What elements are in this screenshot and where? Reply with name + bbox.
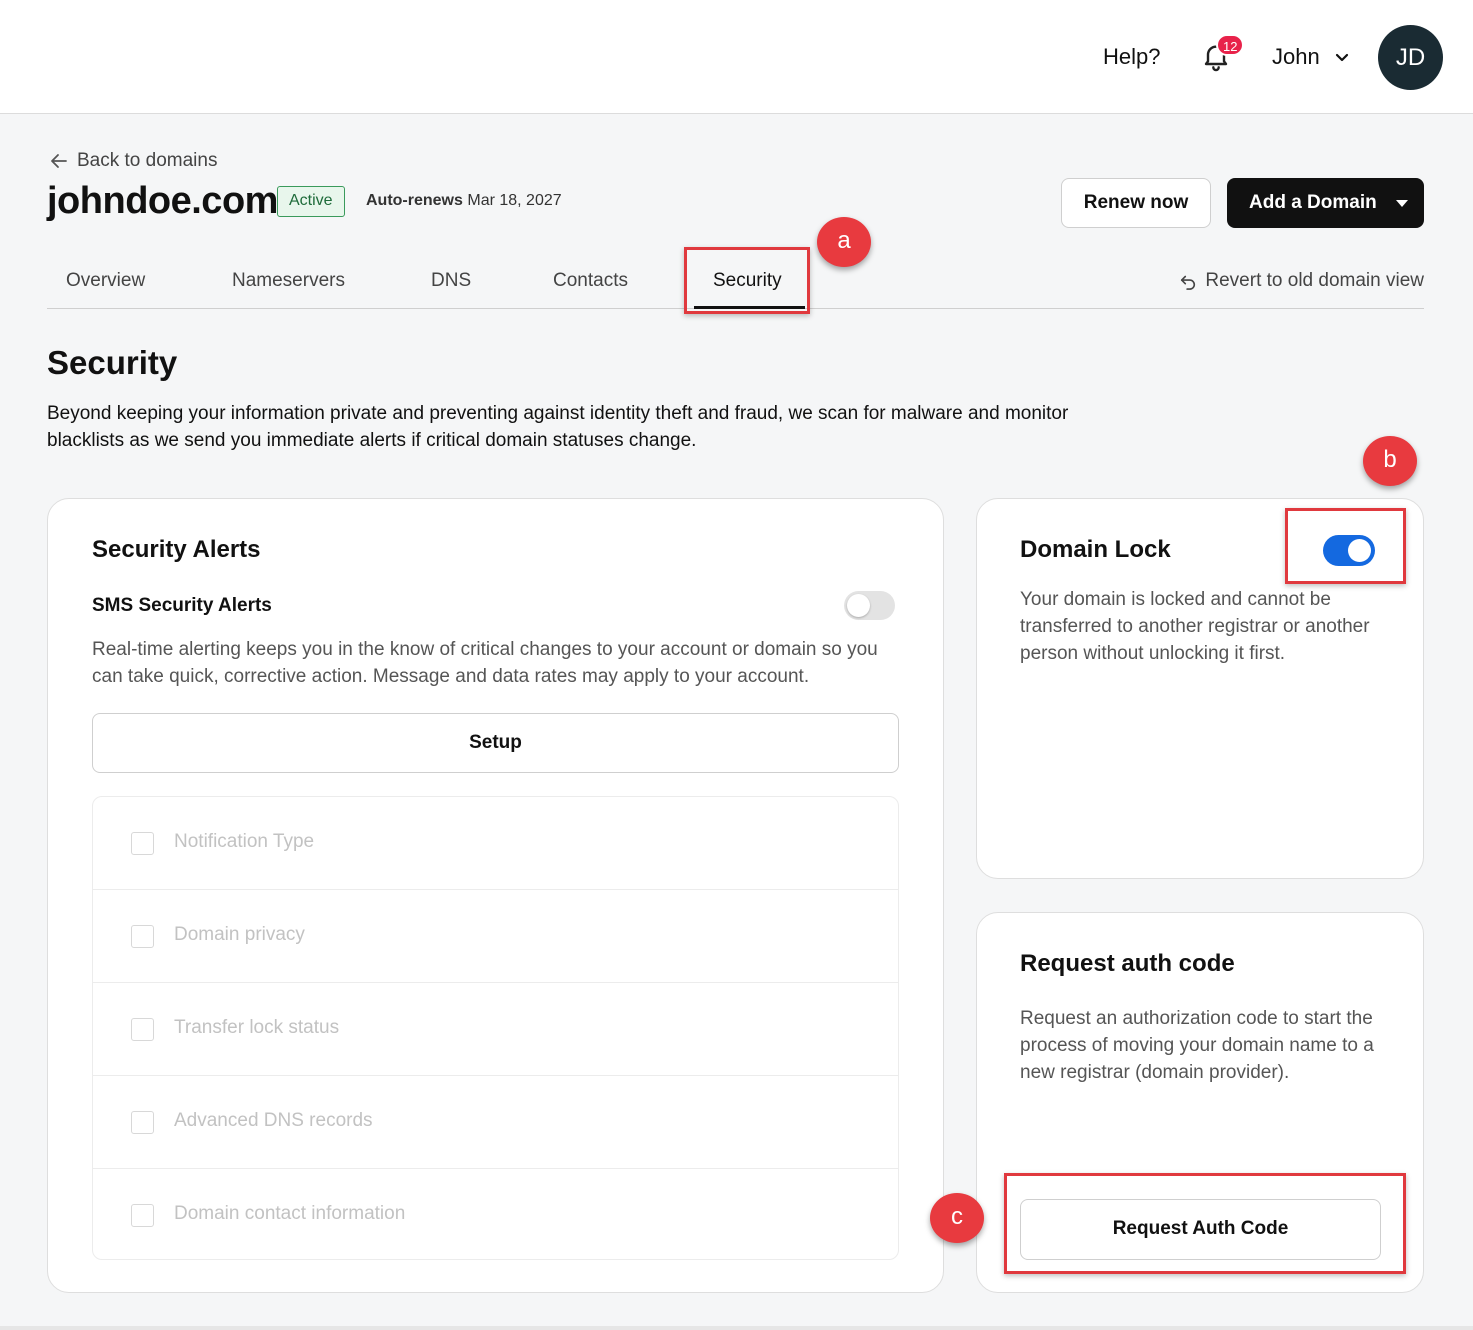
- notification-type-label: Notification Type: [174, 831, 315, 852]
- chevron-down-icon: [1335, 53, 1348, 62]
- autorenew-label: Auto-renews: [366, 192, 463, 209]
- arrow-left-icon: [51, 154, 67, 168]
- notifications-button[interactable]: 12: [1200, 34, 1245, 74]
- advanced-dns-checkbox[interactable]: [131, 1111, 154, 1134]
- page-title: Security: [47, 344, 178, 381]
- notification-types-list: Notification Type Domain privacy Transfe…: [92, 796, 899, 1260]
- tab-overview[interactable]: Overview: [66, 270, 145, 292]
- domain-lock-title: Domain Lock: [1020, 536, 1171, 563]
- autorenew-info: Auto-renews Mar 18, 2027: [366, 192, 562, 210]
- highlight-box-auth-code: [1004, 1173, 1406, 1274]
- domain-name-title: johndoe.com: [47, 180, 278, 222]
- annotation-marker-c: c: [930, 1193, 984, 1243]
- notification-type-checkbox[interactable]: [131, 832, 154, 855]
- transfer-lock-checkbox[interactable]: [131, 1018, 154, 1041]
- auth-code-title: Request auth code: [1020, 950, 1235, 977]
- security-alerts-title: Security Alerts: [92, 536, 261, 563]
- domain-privacy-label: Domain privacy: [174, 924, 305, 945]
- tab-contacts[interactable]: Contacts: [553, 270, 628, 292]
- autorenew-date: Mar 18, 2027: [467, 192, 562, 209]
- top-bar: Help? 12 John JD: [0, 0, 1473, 114]
- revert-old-view-link[interactable]: Revert to old domain view: [1179, 270, 1424, 292]
- revert-label: Revert to old domain view: [1205, 270, 1424, 291]
- security-description: Beyond keeping your information private …: [47, 403, 1069, 451]
- sms-alerts-toggle[interactable]: [844, 591, 895, 620]
- undo-icon: [1181, 275, 1196, 290]
- auth-code-description: Request an authorization code to start t…: [1020, 1008, 1374, 1083]
- sms-alerts-description: Real-time alerting keeps you in the know…: [92, 639, 878, 687]
- advanced-dns-label: Advanced DNS records: [174, 1110, 373, 1131]
- transfer-lock-label: Transfer lock status: [174, 1017, 340, 1038]
- list-item: Domain contact information: [93, 1169, 898, 1262]
- sms-alerts-title: SMS Security Alerts: [92, 595, 272, 616]
- list-item: Advanced DNS records: [93, 1076, 898, 1169]
- domain-privacy-checkbox[interactable]: [131, 925, 154, 948]
- status-badge: Active: [277, 186, 345, 217]
- tab-dns[interactable]: DNS: [431, 270, 471, 292]
- domain-contact-checkbox[interactable]: [131, 1204, 154, 1227]
- caret-down-icon: [1395, 200, 1408, 207]
- add-domain-label: Add a Domain: [1249, 192, 1377, 213]
- tab-nameservers[interactable]: Nameservers: [232, 270, 345, 292]
- setup-button[interactable]: Setup: [92, 713, 899, 773]
- annotation-marker-b: b: [1363, 436, 1417, 486]
- help-link[interactable]: Help?: [1103, 44, 1160, 70]
- back-to-domains-link[interactable]: Back to domains: [49, 150, 217, 172]
- avatar[interactable]: JD: [1378, 25, 1443, 90]
- user-menu[interactable]: John: [1272, 44, 1350, 70]
- domain-lock-description: Your domain is locked and cannot be tran…: [1020, 589, 1370, 664]
- list-item: Notification Type: [93, 797, 898, 890]
- list-item: Transfer lock status: [93, 983, 898, 1076]
- notification-count-badge: 12: [1216, 34, 1245, 56]
- domain-contact-label: Domain contact information: [174, 1203, 406, 1224]
- renew-now-button[interactable]: Renew now: [1061, 178, 1211, 228]
- page-bottom-divider: [0, 1326, 1473, 1330]
- highlight-box-domain-lock: [1285, 508, 1406, 584]
- annotation-marker-a: a: [817, 217, 871, 267]
- user-name: John: [1272, 44, 1320, 69]
- back-label: Back to domains: [77, 150, 218, 171]
- add-domain-button[interactable]: Add a Domain: [1227, 178, 1424, 228]
- security-alerts-card: Security Alerts SMS Security Alerts Real…: [47, 498, 944, 1293]
- list-item: Domain privacy: [93, 890, 898, 983]
- highlight-box-security-tab: [684, 247, 810, 314]
